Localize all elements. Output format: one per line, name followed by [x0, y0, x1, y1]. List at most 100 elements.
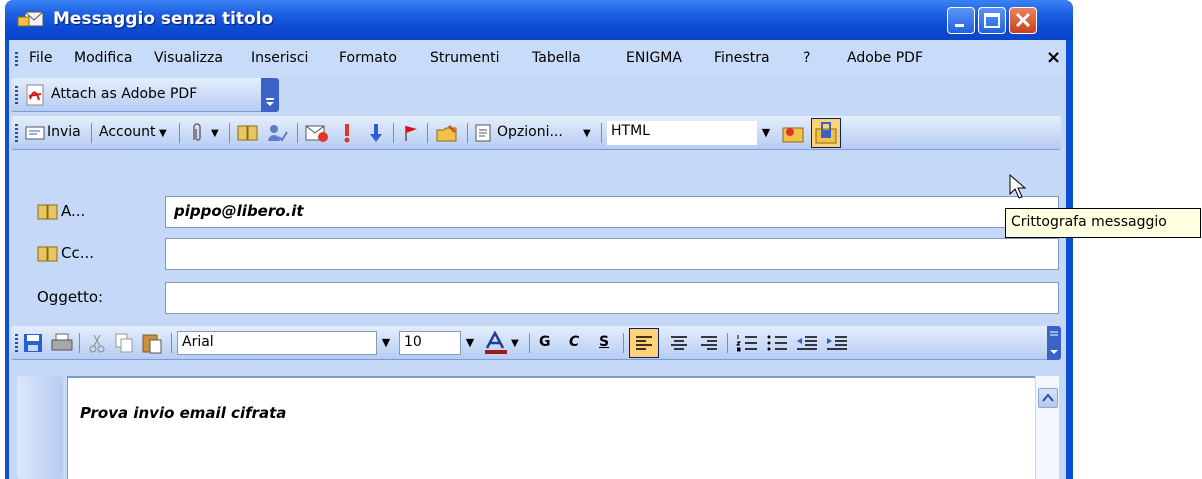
separator — [601, 123, 602, 143]
encrypt-message-button[interactable] — [811, 118, 841, 148]
to-button[interactable]: A... — [61, 202, 85, 220]
menu-visualizza[interactable]: Visualizza — [154, 50, 223, 66]
message-header: A... pippo@libero.it Cc... Oggetto: — [9, 192, 1066, 322]
separator — [529, 333, 530, 353]
chevron-down-icon[interactable]: ▼ — [211, 128, 219, 139]
chevron-down-icon — [1050, 331, 1058, 354]
options-button[interactable]: Opzioni... — [497, 124, 563, 140]
menu-tabella[interactable]: Tabella — [532, 50, 581, 66]
account-button[interactable]: Account — [99, 124, 156, 140]
chevron-down-icon[interactable]: ▼ — [461, 331, 479, 355]
menu-grip[interactable] — [15, 52, 18, 66]
separator — [179, 123, 180, 143]
menu-file[interactable]: File — [29, 50, 52, 66]
paperclip-icon[interactable] — [189, 122, 203, 144]
separator — [91, 123, 92, 143]
align-center-icon[interactable] — [665, 329, 693, 357]
scroll-up-button[interactable] — [1038, 388, 1058, 408]
bold-button[interactable]: G — [539, 334, 551, 350]
separator — [467, 123, 468, 143]
message-icon — [17, 11, 44, 27]
font-size-select[interactable]: 10 — [399, 331, 461, 355]
toolbar-grip[interactable] — [15, 334, 18, 352]
chevron-up-icon — [1042, 393, 1054, 402]
chevron-down-icon[interactable]: ▼ — [757, 121, 775, 145]
low-importance-icon[interactable] — [369, 122, 383, 144]
address-book-icon[interactable] — [237, 124, 259, 142]
increase-indent-icon[interactable] — [823, 329, 851, 357]
menu-enigma[interactable]: ENIGMA — [626, 50, 682, 66]
tooltip: Crittografa messaggio — [1005, 208, 1201, 238]
title-bar: Messaggio senza titolo — [5, 0, 1073, 40]
paste-icon[interactable] — [141, 332, 163, 354]
cc-field[interactable] — [165, 238, 1059, 270]
align-left-icon — [636, 336, 652, 350]
decrease-indent-icon[interactable] — [793, 329, 821, 357]
menu-finestra[interactable]: Finestra — [714, 50, 770, 66]
formatting-toolbar: Arial ▼ 10 ▼ ▼ G C S — [11, 326, 1061, 360]
menu-adobe-pdf[interactable]: Adobe PDF — [847, 50, 923, 66]
address-book-icon — [37, 204, 58, 220]
print-icon[interactable] — [51, 333, 73, 353]
toolbar-overflow-button[interactable] — [261, 78, 279, 112]
minimize-button[interactable] — [947, 7, 975, 34]
chevron-down-icon[interactable]: ▼ — [583, 128, 591, 139]
separator — [229, 123, 230, 143]
maximize-button[interactable] — [978, 7, 1006, 34]
align-right-icon[interactable] — [695, 329, 723, 357]
toolbar-grip[interactable] — [15, 86, 18, 104]
send-toolbar: Invia Account ▼ ▼ Opzioni... ▼ HTML ▼ — [11, 116, 1061, 150]
subject-label: Oggetto: — [37, 288, 104, 306]
separator — [79, 333, 80, 353]
message-body-editor[interactable]: Prova invio email cifrata — [67, 376, 1035, 479]
chevron-down-icon — [266, 98, 274, 106]
copy-icon[interactable] — [115, 333, 133, 353]
send-button[interactable]: Invia — [47, 124, 81, 140]
menu-strumenti[interactable]: Strumenti — [430, 50, 500, 66]
menu-close-button[interactable]: × — [1046, 47, 1061, 68]
cut-icon[interactable] — [89, 333, 105, 353]
separator — [171, 333, 172, 353]
separator — [297, 123, 298, 143]
cc-button[interactable]: Cc... — [61, 244, 94, 262]
toolbar-grip[interactable] — [15, 124, 18, 142]
toolbar-overflow-button[interactable] — [1047, 326, 1061, 360]
to-field[interactable]: pippo@libero.it — [165, 196, 1059, 228]
format-select[interactable]: HTML — [607, 121, 757, 145]
address-book-icon — [37, 246, 58, 262]
chevron-down-icon[interactable]: ▼ — [511, 338, 519, 349]
align-left-button[interactable] — [629, 328, 659, 358]
chevron-down-icon[interactable]: ▼ — [377, 331, 395, 355]
flag-icon[interactable] — [403, 124, 419, 142]
pdf-toolbar: Attach as Adobe PDF — [11, 78, 279, 112]
side-toolbar — [17, 376, 63, 479]
check-names-icon[interactable] — [266, 123, 288, 143]
high-importance-icon[interactable] — [341, 122, 353, 144]
menu-modifica[interactable]: Modifica — [74, 50, 133, 66]
underline-button[interactable]: S — [599, 334, 609, 350]
folder-icon[interactable] — [435, 122, 459, 144]
menu-inserisci[interactable]: Inserisci — [251, 50, 308, 66]
signature-icon[interactable] — [305, 123, 329, 143]
digital-sign-icon[interactable] — [781, 122, 805, 144]
close-button[interactable] — [1009, 7, 1037, 34]
italic-button[interactable]: C — [569, 334, 579, 350]
separator — [427, 123, 428, 143]
encrypt-icon — [815, 122, 837, 144]
separator — [623, 333, 624, 353]
separator — [727, 333, 728, 353]
vertical-scrollbar[interactable] — [1035, 376, 1059, 479]
menu-help[interactable]: ? — [803, 50, 810, 66]
font-color-icon[interactable] — [483, 331, 509, 355]
attach-pdf-button[interactable]: Attach as Adobe PDF — [51, 86, 197, 102]
maximize-icon — [984, 13, 1000, 28]
menu-formato[interactable]: Formato — [339, 50, 397, 66]
mouse-cursor-icon — [1009, 174, 1027, 199]
chevron-down-icon: ▼ — [159, 128, 167, 139]
numbered-list-icon[interactable] — [733, 329, 761, 357]
save-icon[interactable] — [23, 333, 43, 353]
body-area: Prova invio email cifrata — [9, 370, 1066, 479]
subject-field[interactable] — [165, 282, 1059, 314]
bulleted-list-icon[interactable] — [763, 329, 791, 357]
font-select[interactable]: Arial — [177, 331, 377, 355]
